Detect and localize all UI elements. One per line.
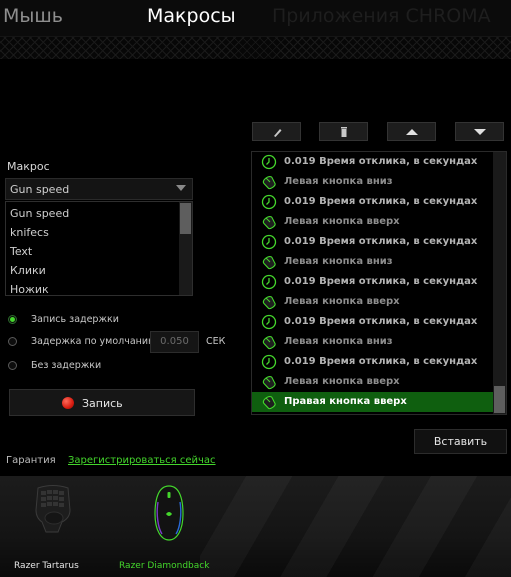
sequence-row-label: Левая кнопка вниз — [284, 176, 393, 187]
sequence-row-label: 0.019 Время отклика, в секундах — [284, 196, 478, 207]
sequence-row[interactable]: 0.019 Время отклика, в секундах — [252, 272, 493, 292]
record-dot-icon — [62, 397, 74, 409]
top-nav: Мышь Макросы Приложения CHROMA — [0, 0, 511, 37]
clock-icon — [261, 314, 277, 330]
register-link[interactable]: Зарегистрироваться сейчас — [68, 455, 216, 466]
sequence-row[interactable]: 0.019 Время отклика, в секундах — [252, 232, 493, 252]
sequence-row[interactable]: 0.019 Время отклика, в секундах — [252, 312, 493, 332]
clock-icon — [261, 354, 277, 370]
clock-icon — [261, 154, 277, 170]
arrow-up-icon — [406, 129, 418, 135]
macro-select-value: Gun speed — [10, 183, 70, 196]
record-delay-label: Запись задержки — [31, 314, 119, 325]
device-razer-diamondback[interactable]: Razer Diamondback — [119, 561, 209, 571]
sequence-row-label: Левая кнопка вверх — [284, 376, 400, 387]
radio-no-delay[interactable] — [8, 361, 17, 370]
sequence-row[interactable]: 0.019 Время отклика, в секундах — [252, 352, 493, 372]
record-button-label: Запись — [82, 397, 123, 410]
sequence-scrollbar[interactable] — [493, 152, 506, 414]
sequence-row-label: Левая кнопка вверх — [284, 296, 400, 307]
device-bar-pattern — [200, 476, 511, 577]
sequence-row-label: 0.019 Время отклика, в секундах — [284, 236, 478, 247]
sequence-row[interactable]: Левая кнопка вниз — [252, 332, 493, 352]
delay-unit: СЕК — [206, 336, 226, 347]
macro-list-scrollbar[interactable] — [179, 202, 192, 295]
insert-button[interactable]: Вставить — [414, 429, 507, 454]
clock-icon — [261, 274, 277, 290]
trash-icon — [341, 127, 347, 137]
keypad-device-icon[interactable] — [32, 484, 74, 534]
radio-record-delay[interactable] — [8, 315, 17, 324]
mouse-icon — [262, 375, 276, 390]
warranty-label: Гарантия — [6, 455, 56, 466]
sequence-row-label: 0.019 Время отклика, в секундах — [284, 276, 478, 287]
mouse-icon — [262, 395, 276, 410]
mouse-icon — [262, 175, 276, 190]
macro-list-item[interactable]: knifecs — [10, 226, 49, 239]
sequence-row-label: Левая кнопка вниз — [284, 256, 393, 267]
mouse-icon — [262, 335, 276, 350]
mouse-icon — [262, 215, 276, 230]
mesh-banner — [0, 37, 511, 59]
pencil-icon — [274, 129, 282, 137]
macro-list-item[interactable]: Ножик — [10, 283, 49, 295]
default-delay-label: Задержка по умолчанию — [31, 336, 157, 347]
macro-list-item[interactable]: Text — [10, 245, 32, 258]
sequence-row[interactable]: Правая кнопка вверх — [252, 392, 493, 412]
sequence-row-label: 0.019 Время отклика, в секундах — [284, 356, 478, 367]
tab-macros[interactable]: Макросы — [147, 5, 236, 27]
tab-chroma-apps[interactable]: Приложения CHROMA — [272, 5, 491, 27]
sequence-scroll-thumb[interactable] — [494, 386, 505, 413]
arrow-down-icon — [474, 129, 486, 135]
macro-select[interactable]: Gun speed — [5, 178, 193, 200]
clock-icon — [261, 194, 277, 210]
move-down-button[interactable] — [455, 122, 504, 141]
mouse-device-icon[interactable] — [152, 484, 186, 542]
chevron-down-icon[interactable] — [176, 185, 186, 191]
delay-input[interactable]: 0.050 — [150, 331, 199, 353]
macro-list-item[interactable]: Gun speed — [10, 207, 69, 220]
radio-default-delay[interactable] — [8, 337, 17, 346]
sequence-row[interactable]: 0.019 Время отклика, в секундах — [252, 192, 493, 212]
macro-label: Макрос — [7, 160, 50, 173]
sequence-row[interactable]: Левая кнопка вверх — [252, 372, 493, 392]
delete-button[interactable] — [319, 122, 368, 141]
macro-list-scroll-thumb[interactable] — [180, 203, 191, 234]
macro-sequence-list[interactable]: Правая кнопка вверх Левая кнопка вверх 0.0… — [251, 151, 507, 415]
sequence-row-label: Левая кнопка вверх — [284, 216, 400, 227]
mouse-icon — [262, 295, 276, 310]
sequence-row[interactable]: Левая кнопка вверх — [252, 212, 493, 232]
sequence-row[interactable]: Левая кнопка вниз — [252, 172, 493, 192]
sequence-row-label: Правая кнопка вверх — [284, 396, 407, 407]
sequence-row-label: 0.019 Время отклика, в секундах — [284, 156, 478, 167]
macro-list[interactable]: Gun speed knifecs Text Клики Ножик — [5, 201, 193, 296]
sequence-row-label: 0.019 Время отклика, в секундах — [284, 316, 478, 327]
mouse-icon — [262, 255, 276, 270]
record-button[interactable]: Запись — [9, 389, 195, 416]
sequence-row[interactable]: 0.019 Время отклика, в секундах — [252, 152, 493, 172]
edit-button[interactable] — [252, 122, 301, 141]
move-up-button[interactable] — [387, 122, 436, 141]
sequence-row-label: Левая кнопка вниз — [284, 336, 393, 347]
clock-icon — [261, 234, 277, 250]
device-razer-tartarus[interactable]: Razer Tartarus — [14, 561, 79, 571]
no-delay-label: Без задержки — [31, 360, 102, 371]
sequence-row[interactable]: Левая кнопка вниз — [252, 252, 493, 272]
macro-list-item[interactable]: Клики — [10, 264, 46, 277]
sequence-row[interactable]: Левая кнопка вверх — [252, 292, 493, 312]
tab-mouse[interactable]: Мышь — [3, 5, 63, 27]
